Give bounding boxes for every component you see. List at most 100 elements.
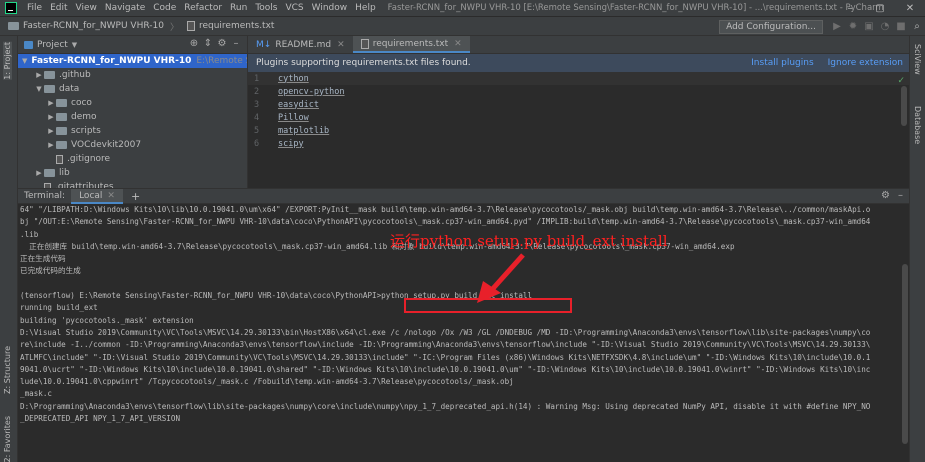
expand-right-icon[interactable]: ▶ [46, 113, 56, 121]
navigation-bar: Faster-RCNN_for_NWPU VHR-10 〉 requiremen… [0, 17, 925, 36]
menu-bar: File Edit View Navigate Code Refactor Ru… [0, 0, 925, 17]
close-window-button[interactable]: ✕ [895, 0, 925, 17]
menu-help[interactable]: Help [351, 3, 380, 13]
code-text: matplotlib [278, 125, 330, 136]
stop-icon[interactable]: ■ [893, 21, 909, 32]
chevron-down-icon[interactable]: ▼ [72, 41, 77, 49]
tree-item[interactable]: ▼ Faster-RCNN_for_NWPU VHR-10 E:\Remote Se… [18, 54, 247, 68]
project-panel: Project ▼ ⊕ ⇕ ⚙ – ▼ Faster-RCNN_for_NWPU … [18, 36, 248, 188]
install-plugins-link[interactable]: Install plugins [751, 58, 813, 68]
new-terminal-button[interactable]: + [131, 190, 140, 203]
breadcrumb-separator: 〉 [169, 22, 179, 33]
maximize-button[interactable]: ▢ [865, 0, 895, 17]
line-number: 5 [254, 125, 260, 136]
project-panel-title[interactable]: Project [37, 40, 68, 50]
add-configuration-button[interactable]: Add Configuration... [719, 19, 823, 34]
tree-item[interactable]: ▶ VOCdevkit2007 [18, 138, 247, 152]
terminal-tab-label: Local [79, 190, 103, 201]
menu-vcs[interactable]: VCS [281, 3, 307, 13]
breadcrumb-file[interactable]: requirements.txt [179, 21, 274, 31]
project-tree: ▼ Faster-RCNN_for_NWPU VHR-10 E:\Remote Se… [18, 54, 247, 188]
terminal-line: D:\Visual Studio 2019\Community\VC\Tools… [20, 327, 871, 337]
code-line: 6 scipy [248, 137, 909, 150]
expand-right-icon[interactable]: ▶ [34, 71, 44, 79]
favorites-tool-tab[interactable]: 2: Favorites [3, 416, 12, 462]
close-icon[interactable]: ✕ [337, 40, 345, 50]
menu-run[interactable]: Run [226, 3, 251, 13]
terminal-scrollbar[interactable] [901, 204, 909, 462]
terminal-line: 正在生成代码 [20, 254, 66, 264]
menu-refactor[interactable]: Refactor [180, 3, 226, 13]
gear-icon[interactable]: ⚙ [215, 38, 229, 49]
coverage-icon[interactable]: ▣ [861, 21, 877, 32]
line-number: 1 [254, 73, 260, 84]
tab-requirements[interactable]: requirements.txt ✕ [352, 36, 470, 53]
menu-tools[interactable]: Tools [251, 3, 281, 13]
expand-down-icon[interactable]: ▼ [22, 57, 27, 65]
ignore-extension-link[interactable]: Ignore extension [828, 58, 903, 68]
folder-icon [44, 169, 55, 177]
right-tool-strip: SciView Database [909, 36, 925, 462]
expand-right-icon[interactable]: ▶ [34, 169, 44, 177]
tab-readme[interactable]: M↓ README.md ✕ [248, 36, 353, 53]
expand-right-icon[interactable]: ▶ [46, 127, 56, 135]
menu-window[interactable]: Window [308, 3, 352, 13]
editor-tabs: M↓ README.md ✕ requirements.txt ✕ [248, 36, 909, 54]
folder-icon [56, 113, 67, 121]
search-everywhere-icon[interactable]: ⌕ [909, 21, 925, 32]
close-icon[interactable]: ✕ [107, 191, 115, 201]
tree-item-label: demo [71, 112, 97, 122]
menu-code[interactable]: Code [149, 3, 180, 13]
database-tool-tab[interactable]: Database [913, 106, 922, 144]
project-folder-icon [24, 40, 33, 49]
expand-right-icon[interactable]: ▶ [46, 99, 56, 107]
menu-view[interactable]: View [72, 3, 101, 13]
expand-right-icon[interactable]: ▶ [46, 141, 56, 149]
menu-navigate[interactable]: Navigate [101, 3, 149, 13]
terminal-tab-local[interactable]: Local ✕ [71, 189, 123, 204]
profile-icon[interactable]: ◔ [877, 21, 893, 32]
terminal-line: 已完成代码的生成 [20, 266, 81, 276]
pycharm-logo-icon [5, 2, 17, 14]
code-line: 4 Pillow [248, 111, 909, 124]
tree-item[interactable]: ▶ demo [18, 110, 247, 124]
tree-item-path: E:\Remote Sensi [196, 56, 247, 66]
project-tool-tab[interactable]: 1: Project [3, 42, 12, 80]
gear-icon[interactable]: ⚙ [881, 190, 890, 201]
locate-icon[interactable]: ⊕ [187, 38, 201, 49]
close-icon[interactable]: ✕ [454, 39, 462, 49]
expand-down-icon[interactable]: ▼ [34, 85, 44, 93]
line-number: 6 [254, 138, 260, 149]
structure-tool-tab[interactable]: Z: Structure [3, 346, 12, 394]
tree-item[interactable]: ▶ lib [18, 166, 247, 180]
tree-item[interactable]: ▼ data [18, 82, 247, 96]
terminal-line: 9041.0\ucrt" "-ID:\Windows Kits\10\inclu… [20, 364, 871, 374]
debug-icon[interactable]: ✹ [845, 21, 861, 32]
menu-edit[interactable]: Edit [46, 3, 71, 13]
editor-scrollbar[interactable] [901, 76, 907, 186]
tree-item[interactable]: .gitattributes [18, 180, 247, 188]
tab-requirements-label: requirements.txt [372, 38, 449, 49]
hide-icon[interactable]: – [898, 190, 903, 201]
tree-item[interactable]: ▶ coco [18, 96, 247, 110]
hide-icon[interactable]: – [229, 38, 243, 49]
terminal-line: D:\Programming\Anaconda3\envs\tensorflow… [20, 401, 871, 411]
tree-item[interactable]: .gitignore [18, 152, 247, 166]
run-icon[interactable]: ▶ [829, 21, 845, 32]
code-line: 2 opencv-python [248, 85, 909, 98]
code-editor[interactable]: 1 cython 2 opencv-python 3 easydict 4 Pillow 5 ma… [248, 72, 909, 150]
text-file-icon [186, 21, 195, 31]
editor-area: M↓ README.md ✕ requirements.txt ✕ Plugin… [248, 36, 909, 188]
minimize-button[interactable]: – [835, 0, 865, 17]
sciview-tool-tab[interactable]: SciView [913, 44, 922, 75]
menu-file[interactable]: File [23, 3, 46, 13]
code-text: Pillow [278, 112, 309, 123]
tree-item[interactable]: ▶ .github [18, 68, 247, 82]
collapse-all-icon[interactable]: ⇕ [201, 38, 215, 49]
breadcrumb-project[interactable]: Faster-RCNN_for_NWPU VHR-10 〉 [0, 20, 179, 33]
annotation-arrow [477, 253, 525, 303]
code-line: 1 cython [248, 72, 909, 85]
tree-item[interactable]: ▶ scripts [18, 124, 247, 138]
tree-item-label: Faster-RCNN_for_NWPU VHR-10 [31, 56, 192, 66]
